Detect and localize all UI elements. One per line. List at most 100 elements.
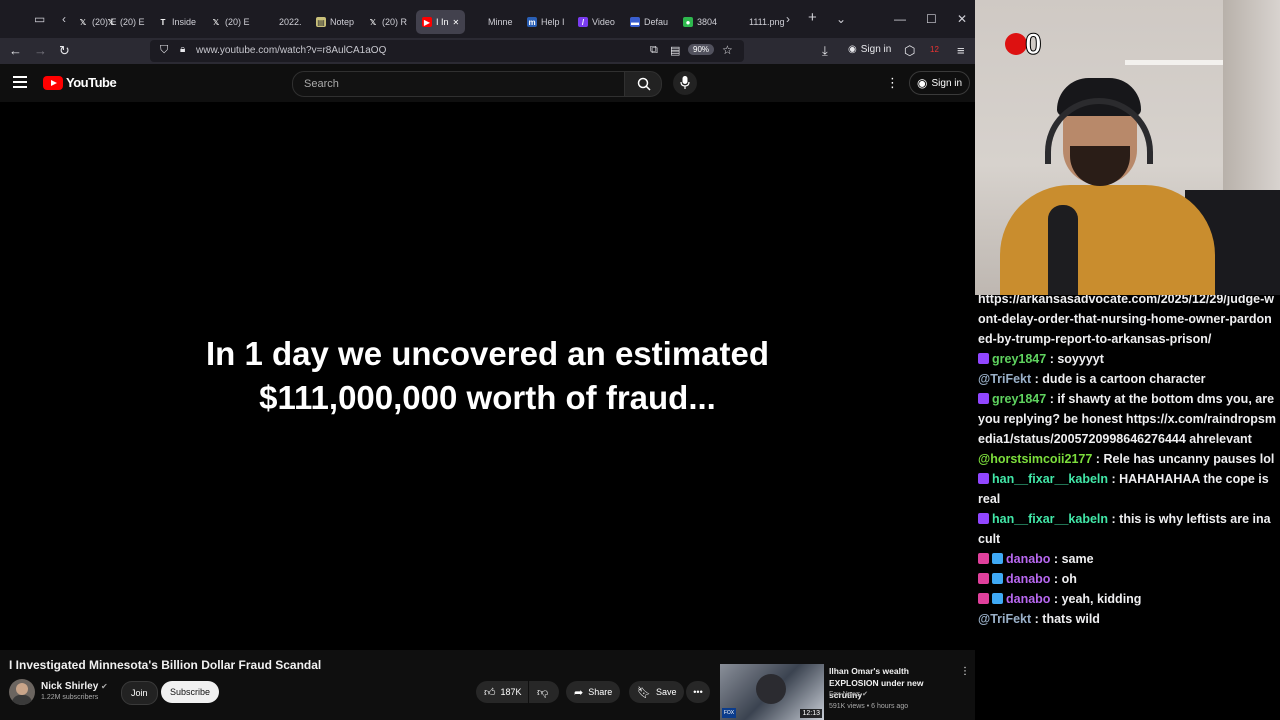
tab-10[interactable]: m Help I <box>527 10 565 34</box>
youtube-logo[interactable]: YouTube <box>43 75 117 90</box>
dislike-button[interactable]: 👎︎ <box>529 681 559 703</box>
recommended-channel[interactable]: Fox News ✔ <box>829 690 868 698</box>
chat-username[interactable]: danabo <box>1006 552 1050 566</box>
scroll-tabs-right-icon[interactable]: › <box>786 12 790 26</box>
chat-badge-icon[interactable] <box>978 573 989 584</box>
close-window-icon[interactable]: ✕ <box>957 12 967 26</box>
tab-4[interactable]: 𝕏 (20) E <box>211 10 250 34</box>
verified-icon: ✔ <box>862 691 868 698</box>
video-player[interactable]: In 1 day we uncovered an estimated $111,… <box>0 102 975 650</box>
zoom-level[interactable]: 90% <box>688 44 715 55</box>
save-label: Save <box>655 687 677 697</box>
downloads-icon[interactable]: ⤓ <box>822 43 828 59</box>
list-all-tabs-icon[interactable]: ⌄ <box>836 12 846 26</box>
chat-text: https://arkansasadvocate.com/2025/12/29/… <box>978 295 1274 346</box>
verified-icon: ✔ <box>101 682 108 691</box>
bookmark-star-icon[interactable]: ☆ <box>722 43 733 57</box>
chat-badge-icon[interactable] <box>978 473 989 484</box>
recommended-more-icon[interactable]: ⋮ <box>960 666 970 677</box>
firefox-account-button[interactable]: ◉ Sign in <box>848 44 891 55</box>
scroll-tabs-left-icon[interactable]: ‹ <box>62 12 66 26</box>
recommended-channel-name[interactable]: Fox News <box>829 691 860 698</box>
chat-badge-icon[interactable] <box>992 573 1003 584</box>
extension-badge[interactable]: 12 <box>930 42 939 58</box>
recommended-video-thumbnail[interactable]: FOX NEWS 12:13 <box>720 664 824 720</box>
tab-label: Video <box>592 17 615 27</box>
share-icon: ➦ <box>574 686 584 699</box>
like-count: 187K <box>500 687 522 697</box>
search-icon <box>637 77 651 91</box>
chat-badge-icon[interactable] <box>978 593 989 604</box>
chat-separator: : <box>1092 452 1104 466</box>
tab-label: (20) E <box>120 17 145 27</box>
channel-name-text[interactable]: Nick Shirley <box>41 681 98 692</box>
chat-username[interactable]: grey1847 <box>992 392 1046 406</box>
reader-view-icon[interactable]: ▤ <box>670 44 680 57</box>
search-button[interactable] <box>624 71 662 97</box>
subscribe-button[interactable]: Subscribe <box>161 681 220 703</box>
minimize-icon[interactable]: — <box>894 12 906 26</box>
chat-badge-icon[interactable] <box>978 513 989 524</box>
chat-username[interactable]: @TriFekt <box>978 372 1031 386</box>
tab-14[interactable]: 1111.png <box>735 10 785 34</box>
chat-username[interactable]: @TriFekt <box>978 612 1031 626</box>
guide-menu-icon[interactable] <box>13 76 27 91</box>
navigation-toolbar: ← → ↻ ⛉ 🔒︎ www.youtube.com/watch?v=r8Aul… <box>0 38 975 64</box>
search-box[interactable] <box>292 71 625 97</box>
chat-message: danabo : yeah, kidding <box>975 589 1280 609</box>
tab-11[interactable]: / Video <box>578 10 615 34</box>
x-icon: 𝕏 <box>369 17 377 27</box>
chat-username[interactable]: han__fixar__kabeln <box>992 512 1108 526</box>
close-tab-icon[interactable]: ✕ <box>453 18 460 27</box>
new-tab-icon[interactable]: + <box>808 9 817 26</box>
more-actions-button[interactable]: ••• <box>686 681 710 703</box>
app-menu-icon[interactable]: ≡ <box>957 43 965 59</box>
blue-icon: ▬ <box>630 17 640 27</box>
more-horizontal-icon: ••• <box>693 687 703 697</box>
picture-in-picture-icon[interactable]: ⧉ <box>650 44 658 57</box>
tab-8[interactable]: ▶ I In ✕ <box>416 10 466 34</box>
youtube-signin-button[interactable]: ◉ Sign in <box>909 71 971 95</box>
url-text[interactable]: www.youtube.com/watch?v=r8AulCA1aOQ <box>196 45 386 56</box>
search-input[interactable] <box>302 77 606 91</box>
chat-badge-icon[interactable] <box>978 353 989 364</box>
settings-menu-icon[interactable]: ⋮ <box>886 75 899 91</box>
chat-username[interactable]: danabo <box>1006 572 1050 586</box>
blank-icon <box>474 17 484 27</box>
url-bar[interactable]: ⛉ 🔒︎ www.youtube.com/watch?v=r8AulCA1aOQ… <box>150 40 744 62</box>
chat-username[interactable]: han__fixar__kabeln <box>992 472 1108 486</box>
chat-badge-icon[interactable] <box>992 553 1003 564</box>
tab-13[interactable]: ● 3804 <box>683 10 717 34</box>
extensions-icon[interactable]: ⬡ <box>904 43 915 59</box>
shield-icon[interactable]: ⛉ <box>160 44 168 57</box>
lock-icon[interactable]: 🔒︎ <box>180 44 185 55</box>
save-button[interactable]: 🔖︎ Save <box>629 681 685 703</box>
channel-name[interactable]: Nick Shirley ✔ <box>41 681 108 692</box>
chat-badge-icon[interactable] <box>978 553 989 564</box>
tab-5[interactable]: 2022. <box>265 10 302 34</box>
maximize-icon[interactable]: ☐ <box>926 12 937 26</box>
reload-icon[interactable]: ↻ <box>59 43 70 59</box>
share-button[interactable]: ➦ Share <box>566 681 621 703</box>
tab-7[interactable]: 𝕏 (20) R <box>368 10 407 34</box>
forward-icon[interactable]: → <box>34 43 47 59</box>
voice-search-button[interactable] <box>673 71 697 95</box>
chat-username[interactable]: @horstsimcoii2177 <box>978 452 1092 466</box>
tab-2[interactable]: 𝕏 (20) E <box>106 10 145 34</box>
join-button[interactable]: Join <box>121 681 158 705</box>
chat-badge-icon[interactable] <box>978 393 989 404</box>
tab-3[interactable]: T Inside <box>158 10 196 34</box>
thumbs-down-icon: 👎︎ <box>537 686 549 699</box>
chat-badge-icon[interactable] <box>992 593 1003 604</box>
tab-label: 2022. <box>279 17 302 27</box>
chat-username[interactable]: grey1847 <box>992 352 1046 366</box>
tab-6[interactable]: ▤ Notep <box>316 10 354 34</box>
chat-username[interactable]: danabo <box>1006 592 1050 606</box>
tab-9[interactable]: Minne <box>474 10 513 34</box>
subscriber-count: 1.22M subscribers <box>41 694 99 701</box>
tab-groups-icon[interactable]: ▭ <box>34 12 45 26</box>
back-icon[interactable]: ← <box>9 43 22 59</box>
tab-12[interactable]: ▬ Defau <box>630 10 668 34</box>
channel-avatar[interactable] <box>9 679 35 705</box>
like-button[interactable]: 👍︎ 187K <box>476 681 528 703</box>
